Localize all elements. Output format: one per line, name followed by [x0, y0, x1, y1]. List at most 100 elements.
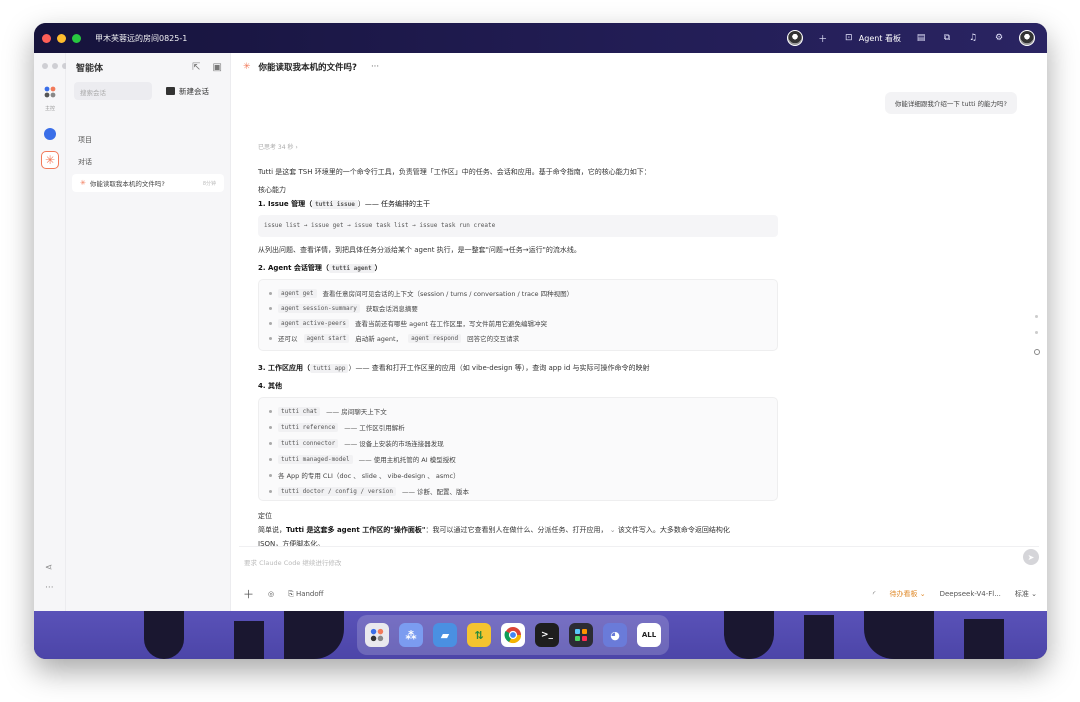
gear-icon[interactable]: ⚙	[993, 32, 1005, 44]
composer-right: ◜ 待办看板 ⌄ Deepseek-V4-Fl... 标准 ⌄	[873, 589, 1037, 599]
dock-launchpad[interactable]	[569, 623, 593, 647]
handoff-button[interactable]: ⎘ Handoff	[288, 590, 323, 599]
conversation-time: 8分钟	[202, 180, 216, 187]
list-item: agent get 查看任意房间可见会话的上下文（session / turns …	[269, 288, 573, 298]
thinking-toggle[interactable]: 已思考 34 秒 ›	[258, 142, 298, 151]
agent-board-label: Agent 看板	[858, 33, 901, 43]
chat-header: ✳ 你能读取我本机的文件吗? ···	[243, 61, 379, 73]
close-window-button[interactable]	[42, 33, 51, 43]
scroll-indicator	[1035, 315, 1038, 318]
transfer-icon: ⇅	[474, 628, 484, 642]
list-item: tutti reference —— 工作区引用解析	[269, 422, 405, 432]
user-message: 你能详细跟我介绍一下 tutti 的能力吗?	[884, 92, 1017, 114]
sparkle-icon: ✳	[44, 153, 56, 167]
dock-all[interactable]: ALL	[637, 623, 661, 647]
status-dropdown[interactable]: 待办看板 ⌄	[890, 589, 926, 599]
dock-chrome[interactable]	[501, 623, 525, 647]
dock-transfer[interactable]: ⇅	[467, 623, 491, 647]
at-mention-icon[interactable]: ◎	[268, 590, 274, 598]
list-item: tutti doctor / config / version —— 诊断、配置、…	[269, 486, 469, 496]
open-external-icon[interactable]: ⇱	[192, 62, 200, 73]
agent-board-button[interactable]: ⊡ Agent 看板	[843, 32, 901, 44]
model-selector[interactable]: Deepseek-V4-Fl...	[940, 590, 1001, 598]
section-1-desc: 从列出问题、查看详情，到把具体任务分派给某个 agent 执行，是一整套"问题→…	[258, 246, 581, 254]
sparkle-icon: ✳	[80, 179, 86, 187]
blue-dot-icon	[44, 128, 56, 140]
conversation-title: 你能读取我本机的文件吗?	[89, 180, 165, 188]
left-rail: 主控 ✳ ⋖ ···	[34, 53, 68, 611]
dock-app-agents[interactable]: ⁂	[399, 623, 423, 647]
rail-item-blue[interactable]	[41, 125, 59, 143]
profile-avatar[interactable]	[1019, 30, 1035, 46]
list-item: tutti connector —— 设备上安装的市场连接器发现	[269, 438, 444, 448]
agents-app-icon: ⁂	[405, 628, 417, 642]
section-2-list: agent get 查看任意房间可见会话的上下文（session / turns …	[258, 279, 778, 351]
sidebar-header: 智能体 ⇱ ▣	[76, 61, 222, 74]
window-title: 甲木芙蓉远的房间0825-1	[95, 33, 188, 43]
document-icon[interactable]: ▤	[915, 32, 927, 44]
list-item: 还可以 agent start 启动新 agent， agent respond 回答它…	[269, 333, 519, 343]
toggle-sidebar-icon[interactable]: ▣	[213, 62, 222, 73]
launchpad-icon	[575, 629, 587, 641]
list-item: tutti managed-model —— 使用主机托管的 AI 模型授权	[269, 454, 456, 464]
rail-item-apps[interactable]	[41, 83, 59, 101]
new-chat-button[interactable]: 新建会话	[160, 82, 224, 100]
chrome-icon	[504, 627, 522, 644]
send-button[interactable]: ➤	[1023, 549, 1039, 565]
section-1-title: 1. Issue 管理（ tutti issue ）—— 任务编排的主干	[258, 200, 431, 209]
zoom-window-button[interactable]	[72, 33, 81, 43]
scroll-indicator	[1035, 331, 1038, 334]
list-item: agent active-peers 查看当前还有哪些 agent 在工作区里，写…	[269, 318, 547, 328]
list-item: tutti chat —— 房间聊天上下文	[269, 406, 387, 416]
add-attachment-icon[interactable]: ＋	[243, 586, 254, 602]
scroll-handle[interactable]	[1034, 349, 1040, 355]
more-icon[interactable]: ···	[45, 583, 54, 593]
section-projects[interactable]: 项目	[78, 135, 92, 145]
minimize-window-button[interactable]	[57, 33, 66, 43]
window-controls	[42, 33, 81, 43]
summary-text: 简单说，Tutti 是这套多 agent 工作区的"操作面板"：我可以通过它查看…	[258, 526, 730, 534]
sidebar: 智能体 ⇱ ▣ 搜索会话 新建会话 项目 对话 ✳ 你能读取我本机的文件吗? 8…	[66, 53, 231, 611]
all-label: ALL	[641, 631, 657, 639]
dock-terminal[interactable]: >_	[535, 623, 559, 647]
apps-icon	[44, 86, 56, 98]
chat-main: ✳ 你能读取我本机的文件吗? ··· 你能详细跟我介绍一下 tutti 的能力吗…	[231, 53, 1047, 611]
core-label: 核心能力	[258, 186, 286, 194]
user-avatar[interactable]	[786, 30, 803, 46]
folder-icon: ▰	[440, 628, 450, 642]
loading-icon: ◜	[872, 590, 876, 598]
list-item: 各 App 的专用 CLI（doc 、 slide 、 vibe-design …	[269, 470, 460, 480]
dock-finder[interactable]: ▰	[433, 623, 457, 647]
more-options-button[interactable]: ···	[371, 62, 379, 72]
title-bar-actions: ＋ ⊡ Agent 看板 ▤ ⧉ ♫ ⚙	[786, 30, 1035, 46]
add-icon[interactable]: ＋	[817, 32, 829, 45]
summary-label: 定位	[258, 512, 272, 520]
search-input[interactable]: 搜索会话	[74, 82, 152, 100]
section-conversations[interactable]: 对话	[78, 157, 92, 167]
dock-messages[interactable]: ◕	[603, 623, 627, 647]
dock-app-tutti[interactable]	[365, 623, 389, 647]
send-icon: ➤	[1027, 552, 1035, 562]
sidebar-actions: ⇱ ▣	[192, 62, 222, 73]
mode-selector[interactable]: 标准 ⌄	[1015, 589, 1037, 599]
rail-label: 主控	[44, 106, 55, 112]
rail-item-active[interactable]: ✳	[41, 151, 59, 169]
chat-title: 你能读取我本机的文件吗?	[258, 63, 357, 73]
title-bar: 甲木芙蓉远的房间0825-1 ＋ ⊡ Agent 看板 ▤ ⧉ ♫ ⚙	[34, 23, 1047, 53]
section-4-list: tutti chat —— 房间聊天上下文 tutti reference —— 工…	[258, 397, 778, 501]
chat-icon	[166, 87, 175, 95]
message-input[interactable]: 要求 Claude Code 继续进行修改	[239, 546, 1039, 576]
bell-icon[interactable]: ♫	[967, 32, 979, 44]
tutti-app-icon	[370, 628, 384, 642]
screen-share-icon[interactable]: ⧉	[941, 32, 953, 44]
intro-text: Tutti 是这套 TSH 环境里的一个命令行工具，负责管理「工作区」中的任务、…	[258, 168, 651, 176]
conversation-item[interactable]: ✳ 你能读取我本机的文件吗? 8分钟	[72, 174, 224, 192]
code-block: issue list → issue get → issue task list…	[258, 215, 778, 237]
list-item: agent session-summary 获取会话消息摘要	[269, 303, 418, 313]
chat-bubble-icon: ◕	[610, 628, 620, 642]
share-icon[interactable]: ⋖	[45, 563, 53, 573]
terminal-icon: >_	[540, 630, 554, 640]
app-window: 甲木芙蓉远的房间0825-1 ＋ ⊡ Agent 看板 ▤ ⧉ ♫ ⚙ 主控 ✳…	[34, 23, 1047, 659]
new-chat-label: 新建会话	[179, 86, 209, 96]
sparkle-icon: ✳	[243, 62, 251, 72]
